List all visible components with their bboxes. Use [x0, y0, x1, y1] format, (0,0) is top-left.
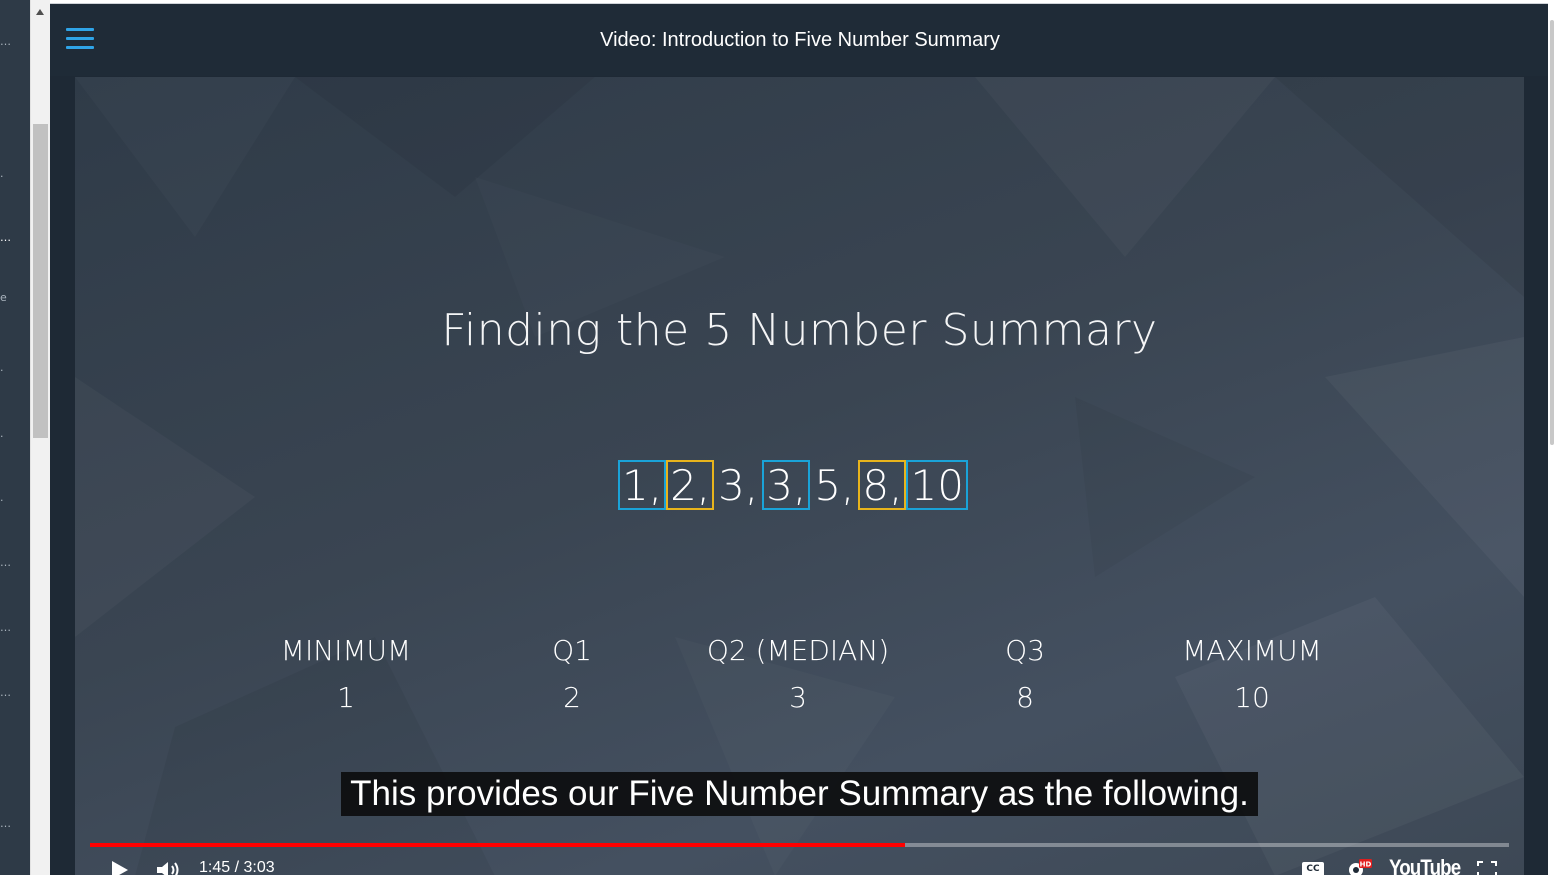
play-icon[interactable] [112, 861, 128, 875]
sequence-number: 8, [858, 460, 907, 510]
sequence-number: 10 [906, 460, 968, 510]
sidebar-marker: . [0, 167, 4, 180]
stat-value: 2 [563, 681, 581, 714]
lesson-frame: Video: Introduction to Five Number Summa… [50, 3, 1550, 875]
hd-badge: HD [1360, 861, 1372, 869]
sidebar-ellipsis-active[interactable]: … [0, 232, 11, 243]
scroll-up-arrow-icon[interactable] [36, 9, 44, 15]
title-bar: Video: Introduction to Five Number Summa… [50, 4, 1550, 76]
stat-value: 10 [1234, 681, 1270, 714]
sidebar-ellipsis[interactable]: … [0, 687, 11, 698]
sidebar-ellipsis[interactable]: … [0, 36, 11, 47]
collapsed-sidebar: … . … e . . . … … … … [0, 0, 30, 875]
data-sequence: 1, 2, 3, 3, 5, 8, 10 [618, 459, 968, 511]
sidebar-marker: . [0, 427, 4, 440]
settings-gear-icon[interactable]: HD [1346, 859, 1372, 875]
screen: … . … e . . . … … … … Video: Introductio… [0, 0, 1555, 875]
stat-label: Q1 [552, 634, 592, 667]
sidebar-marker: . [0, 361, 4, 374]
stat-median: Q2 (MEDIAN) 3 [668, 631, 928, 725]
video-title: Video: Introduction to Five Number Summa… [600, 29, 1000, 51]
sequence-number: 3, [718, 461, 759, 510]
player-controls: 1:45 / 3:03 CC HD YouTube [75, 852, 1524, 875]
slide-heading: Finding the 5 Number Summary [441, 305, 1158, 356]
sequence-number: 3, [762, 460, 811, 510]
progress-played [90, 843, 905, 847]
sequence-number: 1, [618, 460, 667, 510]
stat-label: MINIMUM [280, 634, 412, 667]
right-scrollbar[interactable] [1548, 0, 1555, 875]
video-player[interactable]: Finding the 5 Number Summary 1, 2, 3, 3,… [75, 77, 1524, 875]
closed-captions-icon[interactable]: CC [1302, 862, 1324, 875]
sidebar-ellipsis[interactable]: … [0, 557, 11, 568]
stat-label: Q2 (MEDIAN) [706, 634, 890, 667]
subtitle-caption: This provides our Five Number Summary as… [75, 772, 1524, 816]
stat-minimum: MINIMUM 1 [216, 631, 476, 725]
hamburger-menu-icon[interactable] [66, 28, 94, 50]
right-scrollbar-thumb[interactable] [1550, 20, 1554, 445]
sidebar-marker: . [0, 491, 4, 504]
progress-bar[interactable] [90, 843, 1509, 847]
stat-q1: Q1 2 [442, 631, 702, 725]
scrollbar-thumb[interactable] [33, 124, 48, 438]
sequence-number: 5, [814, 461, 855, 510]
stat-q3: Q3 8 [895, 631, 1155, 725]
sidebar-ellipsis[interactable]: … [0, 818, 11, 829]
stat-value: 8 [1016, 681, 1034, 714]
sidebar-marker: e [0, 291, 7, 304]
stat-maximum: MAXIMUM 10 [1122, 631, 1382, 725]
sequence-number: 2, [666, 460, 715, 510]
stat-label: Q3 [1005, 634, 1045, 667]
stat-value: 3 [789, 681, 807, 714]
fullscreen-icon[interactable] [1477, 861, 1497, 875]
sidebar-ellipsis[interactable]: … [0, 622, 11, 633]
youtube-logo[interactable]: YouTube [1389, 855, 1461, 875]
page-scrollbar[interactable] [30, 0, 50, 875]
stat-value: 1 [337, 681, 355, 714]
stat-label: MAXIMUM [1182, 634, 1322, 667]
volume-icon[interactable] [157, 861, 183, 875]
time-display: 1:45 / 3:03 [199, 859, 275, 875]
caption-text: This provides our Five Number Summary as… [341, 772, 1258, 816]
